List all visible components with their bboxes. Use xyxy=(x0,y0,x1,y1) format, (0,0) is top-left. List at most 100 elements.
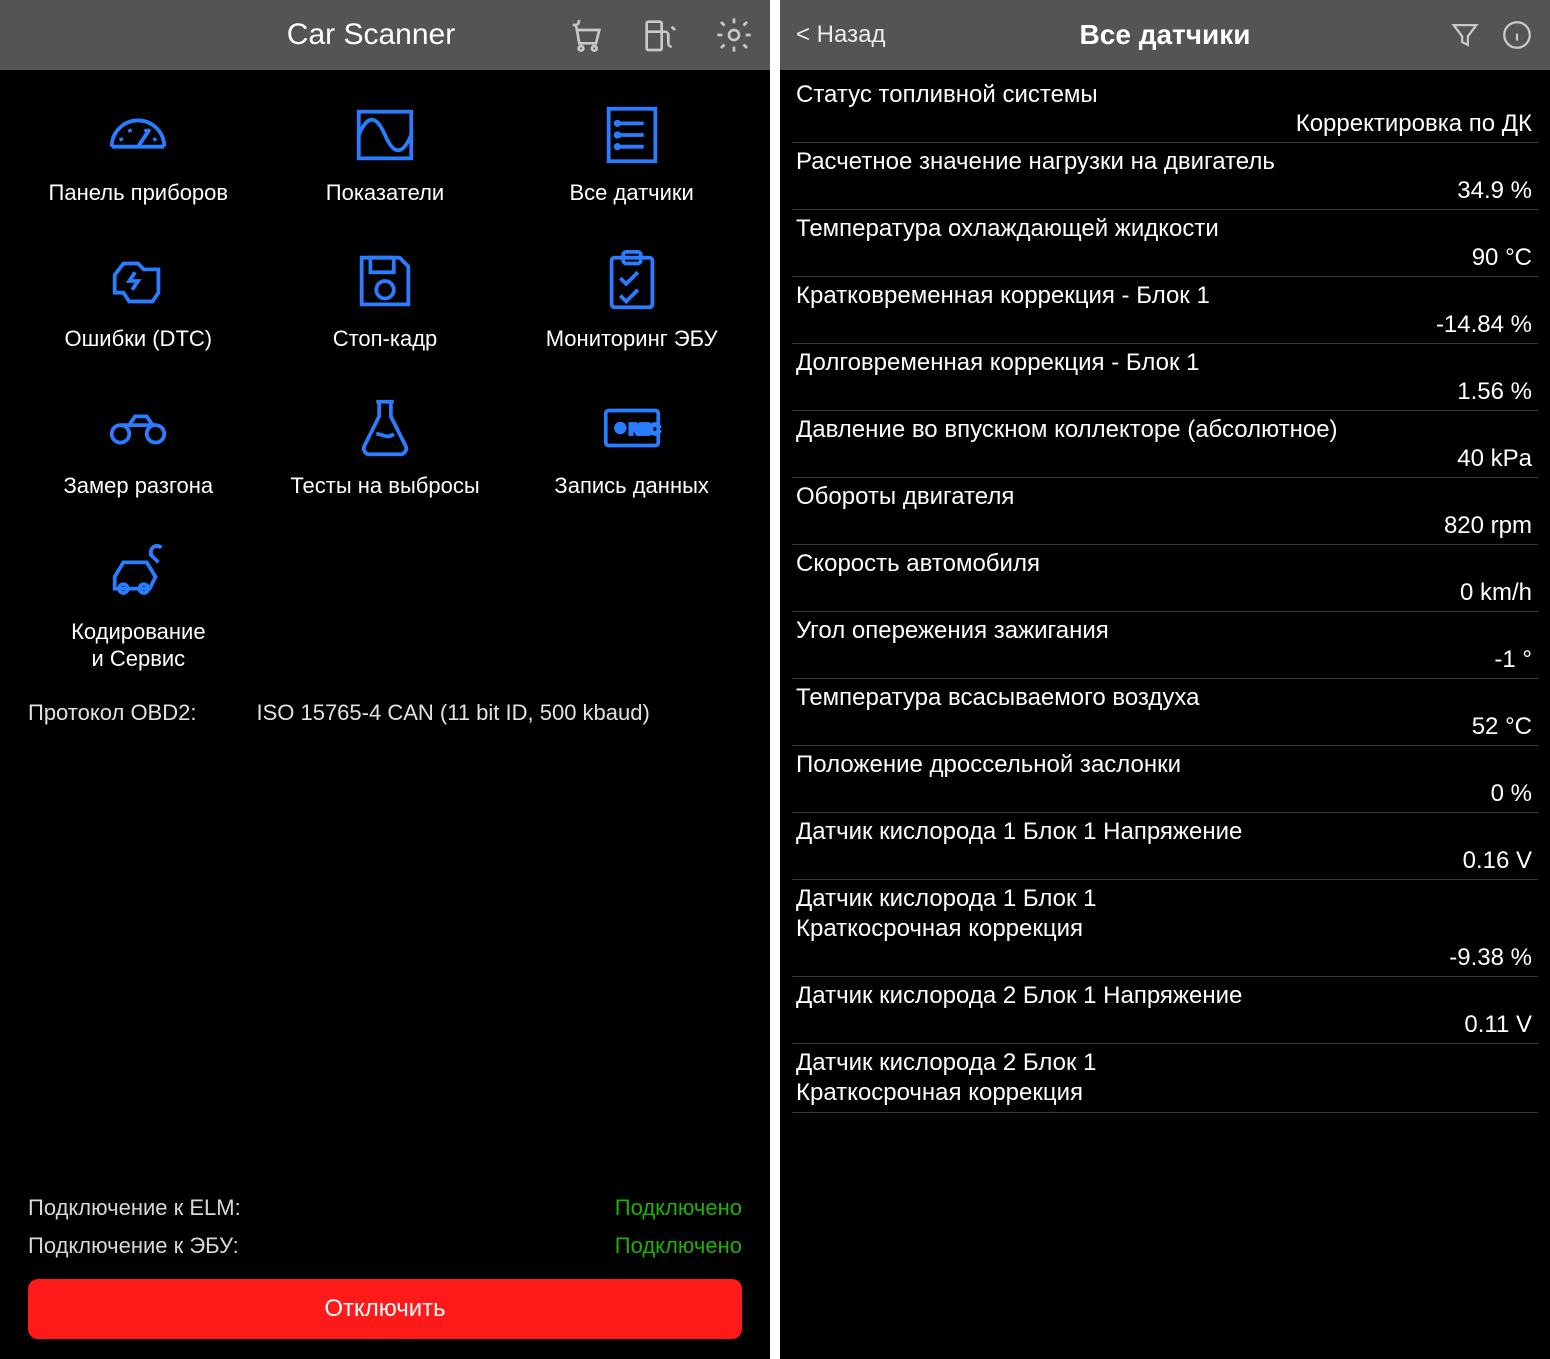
sensors-screen: < Назад Все датчики Статус топливной сис… xyxy=(780,0,1550,1359)
sensor-value: 1.56 % xyxy=(796,378,1534,406)
sensor-row[interactable]: Обороты двигателя820 rpm xyxy=(792,478,1538,545)
tile-grid: Панель приборов Показатели Все датчики О… xyxy=(0,70,770,682)
sensor-label: Угол опережения зажигания xyxy=(796,616,1534,646)
status-value: Подключено xyxy=(615,1195,742,1221)
sensor-label: Долговременная коррекция - Блок 1 xyxy=(796,348,1534,378)
sensor-row[interactable]: Скорость автомобиля0 km/h xyxy=(792,545,1538,612)
sensor-label: Расчетное значение нагрузки на двигатель xyxy=(796,147,1534,177)
disconnect-button[interactable]: Отключить xyxy=(28,1279,742,1339)
tile-label: Запись данных xyxy=(554,473,708,499)
filter-icon[interactable] xyxy=(1448,18,1482,52)
svg-text:REC: REC xyxy=(629,422,660,438)
sensor-value: 0 % xyxy=(796,780,1534,808)
back-button[interactable]: < Назад xyxy=(796,21,885,49)
status-value: Подключено xyxy=(615,1233,742,1259)
sensor-label: Датчик кислорода 2 Блок 1 Напряжение xyxy=(796,981,1534,1011)
sensor-label: Датчик кислорода 1 Блок 1 Напряжение xyxy=(796,817,1534,847)
sensor-list[interactable]: Статус топливной системыКорректировка по… xyxy=(780,70,1550,1359)
tile-label: Стоп-кадр xyxy=(333,326,438,352)
sensor-row[interactable]: Датчик кислорода 1 Блок 1 Напряжение0.16… xyxy=(792,813,1538,880)
tile-indicators[interactable]: Показатели xyxy=(267,100,504,206)
tile-label: Мониторинг ЭБУ xyxy=(546,326,718,352)
drag-race-icon xyxy=(103,393,173,463)
sensor-value: 0.16 V xyxy=(796,847,1534,875)
sensor-label: Скорость автомобиля xyxy=(796,549,1534,579)
sensor-label: Датчик кислорода 2 Блок 1 Краткосрочная … xyxy=(796,1048,1534,1108)
main-header: Car Scanner xyxy=(0,0,770,70)
status-label: Подключение к ELM: xyxy=(28,1195,241,1221)
tile-label: Показатели xyxy=(326,180,444,206)
sensor-label: Датчик кислорода 1 Блок 1 Краткосрочная … xyxy=(796,884,1534,944)
gauge-icon xyxy=(103,100,173,170)
rec-icon: REC xyxy=(597,393,667,463)
tile-data-recording[interactable]: REC Запись данных xyxy=(513,393,750,499)
sensors-header: < Назад Все датчики xyxy=(780,0,1550,70)
cart-icon[interactable] xyxy=(566,15,606,55)
sensor-row[interactable]: Угол опережения зажигания-1 ° xyxy=(792,612,1538,679)
tile-label: Ошибки (DTC) xyxy=(65,326,213,352)
sensor-row[interactable]: Температура охлаждающей жидкости90 °C xyxy=(792,210,1538,277)
sensor-row[interactable]: Кратковременная коррекция - Блок 1-14.84… xyxy=(792,277,1538,344)
sensor-label: Давление во впускном коллекторе (абсолют… xyxy=(796,415,1534,445)
sensor-row[interactable]: Температура всасываемого воздуха52 °C xyxy=(792,679,1538,746)
tile-dtc[interactable]: Ошибки (DTC) xyxy=(20,246,257,352)
protocol-label: Протокол OBD2: xyxy=(28,700,196,726)
tile-label: Панель приборов xyxy=(49,180,229,206)
engine-icon xyxy=(103,246,173,316)
sensor-row[interactable]: Датчик кислорода 2 Блок 1 Напряжение0.11… xyxy=(792,977,1538,1044)
gear-icon[interactable] xyxy=(714,15,754,55)
car-wrench-icon xyxy=(103,539,173,609)
status-elm-row: Подключение к ELM: Подключено xyxy=(28,1189,742,1227)
main-screen: Car Scanner Панель приборов Показатели xyxy=(0,0,770,1359)
sensor-value: 90 °C xyxy=(796,244,1534,272)
protocol-value: ISO 15765-4 CAN (11 bit ID, 500 kbaud) xyxy=(256,700,649,726)
tile-label: Все датчики xyxy=(569,180,693,206)
info-icon[interactable] xyxy=(1500,18,1534,52)
app-title: Car Scanner xyxy=(176,18,566,52)
sensor-label: Температура всасываемого воздуха xyxy=(796,683,1534,713)
sensor-label: Положение дроссельной заслонки xyxy=(796,750,1534,780)
tile-label: Замер разгона xyxy=(63,473,213,499)
sensor-row[interactable]: Расчетное значение нагрузки на двигатель… xyxy=(792,143,1538,210)
sensor-row[interactable]: Датчик кислорода 2 Блок 1 Краткосрочная … xyxy=(792,1044,1538,1113)
protocol-row: Протокол OBD2: ISO 15765-4 CAN (11 bit I… xyxy=(0,682,770,744)
status-ecu-row: Подключение к ЭБУ: Подключено xyxy=(28,1227,742,1265)
sensor-label: Кратковременная коррекция - Блок 1 xyxy=(796,281,1534,311)
sensor-value: 34.9 % xyxy=(796,177,1534,205)
sensor-row[interactable]: Датчик кислорода 1 Блок 1 Краткосрочная … xyxy=(792,880,1538,977)
sensor-value: 820 rpm xyxy=(796,512,1534,540)
tile-ecu-monitor[interactable]: Мониторинг ЭБУ xyxy=(513,246,750,352)
sensor-value: 52 °C xyxy=(796,713,1534,741)
sensor-value: 0.11 V xyxy=(796,1011,1534,1039)
tile-dashboard[interactable]: Панель приборов xyxy=(20,100,257,206)
sensor-label: Обороты двигателя xyxy=(796,482,1534,512)
tile-freeze-frame[interactable]: Стоп-кадр xyxy=(267,246,504,352)
page-title: Все датчики xyxy=(1080,19,1251,51)
tile-all-sensors[interactable]: Все датчики xyxy=(513,100,750,206)
bottom-panel: Подключение к ELM: Подключено Подключени… xyxy=(0,1189,770,1359)
sensor-value: -9.38 % xyxy=(796,944,1534,972)
sensor-label: Статус топливной системы xyxy=(796,80,1534,110)
flask-icon xyxy=(350,393,420,463)
sensor-row[interactable]: Положение дроссельной заслонки0 % xyxy=(792,746,1538,813)
sensor-row[interactable]: Долговременная коррекция - Блок 11.56 % xyxy=(792,344,1538,411)
list-icon xyxy=(597,100,667,170)
sensor-row[interactable]: Давление во впускном коллекторе (абсолют… xyxy=(792,411,1538,478)
status-label: Подключение к ЭБУ: xyxy=(28,1233,239,1259)
tile-label: Тесты на выбросы xyxy=(290,473,479,499)
header-icons xyxy=(566,15,754,55)
floppy-icon xyxy=(350,246,420,316)
tile-coding-service[interactable]: Кодирование и Сервис xyxy=(20,539,257,672)
fuel-icon[interactable] xyxy=(640,15,680,55)
sensor-label: Температура охлаждающей жидкости xyxy=(796,214,1534,244)
clipboard-check-icon xyxy=(597,246,667,316)
sensor-value: -1 ° xyxy=(796,646,1534,674)
sensor-value: Корректировка по ДК xyxy=(796,110,1534,138)
wave-icon xyxy=(350,100,420,170)
tile-label: Кодирование и Сервис xyxy=(71,619,206,672)
sensor-value: -14.84 % xyxy=(796,311,1534,339)
sensor-value: 40 kPa xyxy=(796,445,1534,473)
tile-acceleration[interactable]: Замер разгона xyxy=(20,393,257,499)
sensor-row[interactable]: Статус топливной системыКорректировка по… xyxy=(792,76,1538,143)
tile-emission-tests[interactable]: Тесты на выбросы xyxy=(267,393,504,499)
